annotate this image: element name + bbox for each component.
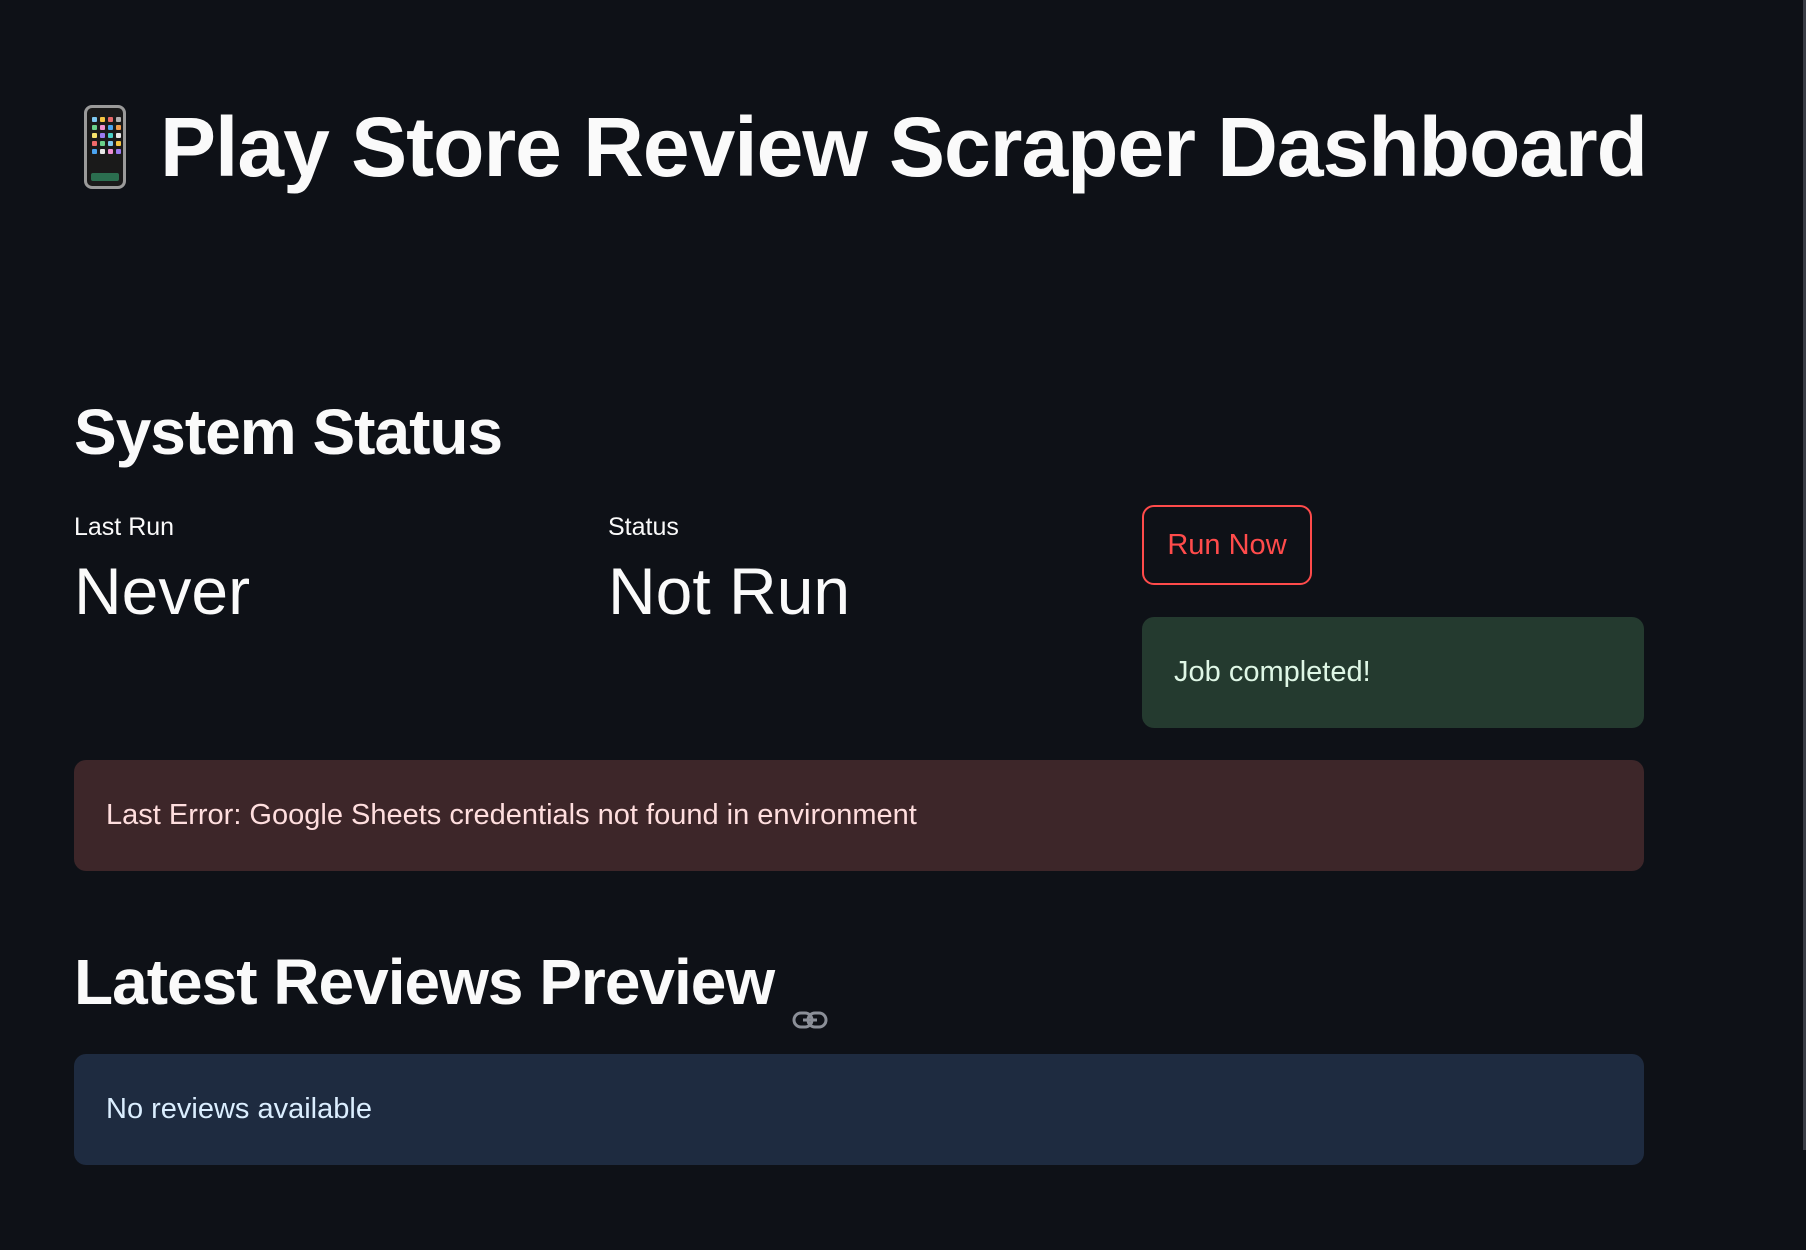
last-run-value: Never	[74, 554, 251, 628]
no-reviews-message: No reviews available	[106, 1093, 372, 1125]
run-now-button[interactable]: Run Now	[1142, 505, 1312, 585]
last-run-label: Last Run	[74, 513, 175, 541]
error-message: Last Error: Google Sheets credentials no…	[106, 799, 917, 831]
success-message: Job completed!	[1174, 656, 1371, 688]
last-run-metric: Last Run Never	[74, 513, 250, 624]
page-title: Play Store Review Scraper Dashboard	[160, 100, 1648, 194]
error-alert: Last Error: Google Sheets credentials no…	[74, 760, 1644, 871]
latest-reviews-heading-text: Latest Reviews Preview	[74, 946, 775, 1018]
latest-reviews-heading: Latest Reviews Preview	[74, 946, 828, 1029]
success-alert: Job completed!	[1142, 617, 1644, 728]
status-value: Not Run	[608, 554, 851, 628]
info-alert: No reviews available	[74, 1054, 1644, 1165]
link-icon[interactable]	[792, 978, 828, 1029]
status-metric: Status Not Run	[608, 513, 850, 624]
status-label: Status	[608, 513, 679, 541]
mobile-phone-icon	[84, 105, 126, 189]
system-status-heading: System Status	[74, 396, 503, 468]
page-header: Play Store Review Scraper Dashboard	[84, 100, 1648, 194]
app-container: Play Store Review Scraper Dashboard Syst…	[0, 0, 1806, 1250]
